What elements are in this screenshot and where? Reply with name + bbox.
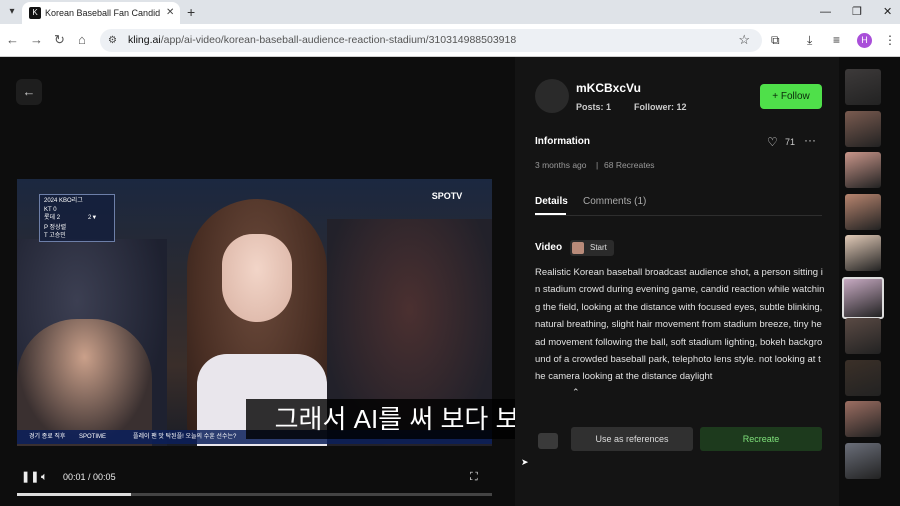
collapse-chevron-icon[interactable]: ⌃: [572, 386, 580, 398]
page-content: ← 2024 KBO리그 KT 0 롯데 2 2▼ P 정상렬 T 고승민 SP…: [0, 57, 900, 506]
browser-tab-bar: ▾ K Korean Baseball Fan Candid ✕ + — ❐ ✕: [0, 0, 900, 24]
thumbnail-strip: [842, 69, 884, 489]
posts-count: Posts: 1: [576, 102, 612, 112]
information-heading: Information: [535, 136, 590, 147]
video-subject-face: [222, 234, 292, 322]
bookmark-star-icon[interactable]: ☆: [738, 32, 750, 48]
thumbnail-item[interactable]: [845, 193, 881, 230]
download-icon[interactable]: ⤓: [807, 32, 812, 48]
pause-icon[interactable]: ❚❚: [21, 470, 39, 484]
browser-tab[interactable]: K Korean Baseball Fan Candid ✕: [22, 2, 180, 24]
time-readout: 00:01 / 00:05: [63, 472, 116, 482]
url-text[interactable]: kling.ai/app/ai-video/korean-baseball-au…: [128, 33, 516, 48]
like-count: 71: [785, 137, 796, 147]
thumbnail-item[interactable]: [845, 318, 881, 354]
extensions-icon[interactable]: ⧉: [771, 32, 780, 48]
follower-count: Follower: 12: [634, 102, 687, 112]
site-settings-icon[interactable]: ⚙: [108, 33, 117, 48]
browser-menu-icon[interactable]: ⋮: [884, 32, 896, 48]
username[interactable]: mKCBxcVu: [576, 81, 641, 95]
start-frame-thumbnail: [572, 242, 584, 254]
details-panel: mKCBxcVu Posts: 1 Follower: 12 + Follow …: [515, 57, 839, 506]
address-toolbar: ← → ↻ ⌂ ⚙ kling.ai/app/ai-video/korean-b…: [0, 24, 900, 57]
tab-title: Korean Baseball Fan Candid: [45, 8, 161, 18]
profile-avatar[interactable]: H: [857, 33, 872, 48]
reload-icon[interactable]: ↻: [54, 32, 65, 48]
recreates-count: 68 Recreates: [604, 160, 655, 170]
thumbnail-item[interactable]: [845, 152, 881, 188]
video-progress-fill: [17, 493, 131, 496]
meta-divider: |: [596, 160, 599, 170]
thumbnail-item[interactable]: [842, 276, 884, 319]
heart-icon[interactable]: ♡: [767, 135, 778, 149]
media-control-icon[interactable]: ≡: [833, 32, 840, 48]
more-options-icon[interactable]: ···: [804, 133, 816, 147]
recreate-button[interactable]: Recreate: [700, 427, 822, 451]
video-label: Video: [535, 242, 563, 253]
forward-arrow-icon[interactable]: →: [30, 32, 43, 48]
volume-icon[interactable]: 🔈︎: [41, 470, 48, 484]
scoreboard-overlay: 2024 KBO리그 KT 0 롯데 2 2▼ P 정상렬 T 고승민: [39, 194, 115, 242]
fullscreen-icon[interactable]: ⛶: [470, 470, 478, 484]
close-window-icon[interactable]: ✕: [883, 4, 892, 20]
tab-search-icon[interactable]: ▾: [4, 4, 20, 20]
reference-thumbnail: [538, 433, 558, 449]
time-ago: 3 months ago: [535, 160, 587, 170]
mouse-cursor-icon: ➤: [521, 457, 529, 467]
tab-details[interactable]: Details: [535, 195, 568, 209]
active-tab-underline: [535, 213, 566, 215]
tabs-divider: [535, 215, 822, 216]
tab-close-icon[interactable]: ✕: [166, 6, 174, 20]
minimize-icon[interactable]: —: [820, 4, 831, 20]
thumbnail-item[interactable]: [845, 401, 881, 437]
back-button[interactable]: ←: [16, 79, 42, 105]
prompt-description: Realistic Korean baseball broadcast audi…: [535, 267, 825, 383]
tab-comments[interactable]: Comments (1): [583, 195, 646, 209]
back-arrow-icon[interactable]: ←: [6, 32, 19, 48]
thumbnail-item[interactable]: [845, 69, 881, 105]
home-icon[interactable]: ⌂: [78, 32, 86, 48]
thumbnail-item[interactable]: [845, 110, 881, 147]
start-frame-chip[interactable]: Start: [570, 240, 614, 256]
use-as-references-button[interactable]: Use as references: [571, 427, 693, 451]
broadcast-logo: SPOTV: [431, 191, 463, 201]
restore-icon[interactable]: ❐: [852, 4, 862, 20]
video-foreground-person: [17, 319, 152, 446]
omnibox[interactable]: ⚙ kling.ai/app/ai-video/korean-baseball-…: [100, 29, 762, 52]
follow-button[interactable]: + Follow: [760, 84, 822, 109]
video-progress-bar[interactable]: [17, 493, 492, 496]
tab-favicon-icon: K: [29, 7, 41, 19]
start-label: Start: [590, 243, 607, 252]
thumbnail-item[interactable]: [845, 442, 881, 479]
avatar[interactable]: [535, 79, 569, 113]
thumbnail-item[interactable]: [845, 359, 881, 396]
new-tab-icon[interactable]: +: [187, 3, 195, 21]
thumbnail-item[interactable]: [845, 235, 881, 271]
